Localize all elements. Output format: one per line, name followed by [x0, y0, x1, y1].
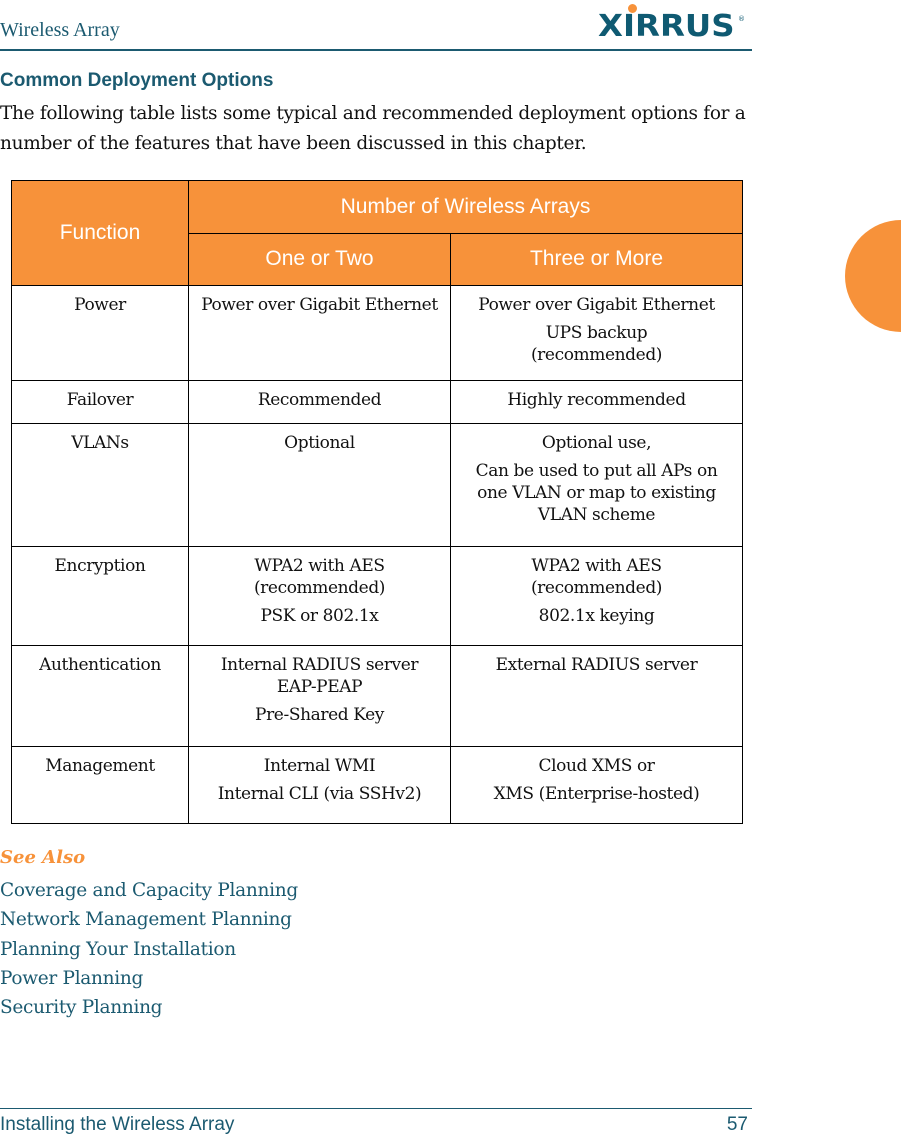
table-row: Authentication Internal RADIUS server EA… — [11, 645, 744, 747]
deployment-options-table: Function Number of Wireless Arrays One o… — [11, 180, 744, 824]
header-divider — [0, 49, 752, 51]
cell-line: UPS backup (recommended) — [530, 323, 663, 365]
cell-line: Pre-Shared Key — [255, 705, 384, 725]
intro-paragraph: The following table lists some typical a… — [0, 103, 746, 154]
cell-three-or-more: WPA2 with AES (recommended) 802.1x keyin… — [449, 546, 744, 646]
xirrus-logo: XIRRUS ® — [598, 2, 748, 42]
cell-line: Highly recommended — [507, 390, 686, 410]
cell-line: WPA2 with AES (recommended) — [530, 556, 663, 598]
see-also-link-planning-installation[interactable]: Planning Your Installation — [0, 935, 298, 964]
cell-three-or-more: Highly recommended — [449, 380, 744, 424]
cell-line: Cloud XMS or — [538, 756, 655, 776]
see-also-heading: See Also — [0, 847, 86, 868]
cell-three-or-more: Power over Gigabit Ethernet UPS backup (… — [449, 285, 744, 381]
page-number: 57 — [726, 1114, 748, 1135]
cell-line: PSK or 802.1x — [260, 606, 379, 626]
cell-line: WPA2 with AES (recommended) — [253, 556, 386, 598]
cell-line: External RADIUS server — [495, 655, 698, 675]
running-header-title: Wireless Array — [0, 19, 120, 41]
header-number-of-arrays: Number of Wireless Arrays — [187, 180, 744, 234]
cell-function: Power — [11, 285, 189, 381]
table-row: Power Power over Gigabit Ethernet Power … — [11, 285, 744, 381]
section-heading: Common Deployment Options — [0, 70, 274, 91]
logo-wordmark: XIRRUS — [598, 9, 735, 44]
see-also-link-network-management[interactable]: Network Management Planning — [0, 905, 298, 934]
see-also-list: Coverage and Capacity Planning Network M… — [0, 876, 298, 1022]
table-row: VLANs Optional Optional use, Can be used… — [11, 423, 744, 547]
table-row: Management Internal WMI Internal CLI (vi… — [11, 746, 744, 824]
footer-divider — [0, 1108, 752, 1109]
cell-line: Power over Gigabit Ethernet — [201, 295, 438, 315]
table-row: Failover Recommended Highly recommended — [11, 380, 744, 424]
registered-mark: ® — [738, 15, 745, 23]
cell-line: Power over Gigabit Ethernet — [478, 295, 715, 315]
see-also-link-security-planning[interactable]: Security Planning — [0, 993, 298, 1022]
table-body: Power Power over Gigabit Ethernet Power … — [11, 285, 744, 824]
cell-one-or-two: Power over Gigabit Ethernet — [188, 285, 451, 381]
cell-line: Internal RADIUS server EAP-PEAP — [220, 655, 419, 697]
cell-line: 802.1x keying — [538, 606, 655, 626]
cell-line: Recommended — [257, 390, 382, 410]
cell-three-or-more: External RADIUS server — [449, 645, 744, 747]
cell-function: Failover — [11, 380, 189, 424]
cell-function: VLANs — [11, 423, 189, 547]
footer-chapter-title: Installing the Wireless Array — [0, 1114, 235, 1135]
header-one-or-two: One or Two — [188, 232, 451, 286]
table-row: Encryption WPA2 with AES (recommended) P… — [11, 546, 744, 646]
see-also-link-power-planning[interactable]: Power Planning — [0, 964, 298, 993]
cell-line: Optional use, — [541, 433, 652, 453]
header-three-or-more: Three or More — [449, 232, 744, 286]
cell-one-or-two: Recommended — [188, 380, 451, 424]
cell-function: Management — [11, 746, 189, 824]
cell-one-or-two: Internal RADIUS server EAP-PEAP Pre-Shar… — [188, 645, 451, 747]
cell-one-or-two: Internal WMI Internal CLI (via SSHv2) — [188, 746, 451, 824]
cell-line: Optional — [284, 433, 355, 453]
cell-three-or-more: Optional use, Can be used to put all APs… — [449, 423, 744, 547]
cell-line: XMS (Enterprise-hosted) — [493, 784, 700, 804]
header-function: Function — [11, 180, 189, 286]
cell-line: Internal CLI (via SSHv2) — [217, 784, 422, 804]
cell-line: Internal WMI — [263, 756, 376, 776]
cell-line: Can be used to put all APs on one VLAN o… — [475, 461, 718, 525]
cell-one-or-two: WPA2 with AES (recommended) PSK or 802.1… — [188, 546, 451, 646]
cell-function: Authentication — [11, 645, 189, 747]
chapter-tab-marker — [845, 220, 901, 332]
cell-three-or-more: Cloud XMS or XMS (Enterprise-hosted) — [449, 746, 744, 824]
cell-one-or-two: Optional — [188, 423, 451, 547]
see-also-link-coverage-capacity[interactable]: Coverage and Capacity Planning — [0, 876, 298, 905]
cell-function: Encryption — [11, 546, 189, 646]
